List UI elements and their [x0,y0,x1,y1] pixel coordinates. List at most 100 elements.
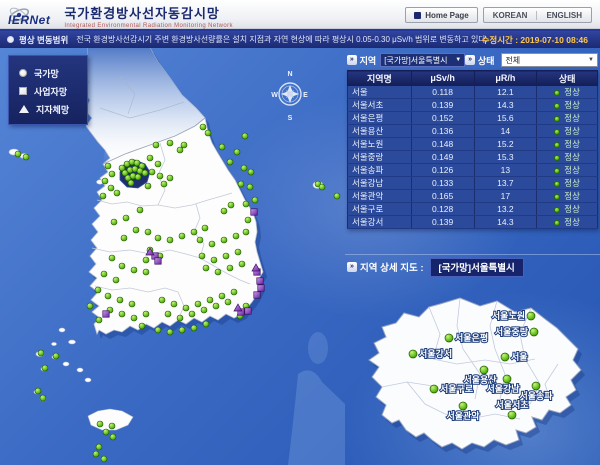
national-station-marker[interactable] [93,451,99,457]
national-station-marker[interactable] [319,184,325,190]
national-station-marker[interactable] [96,317,102,323]
national-station-marker[interactable] [167,140,173,146]
national-station-marker[interactable] [121,235,127,241]
national-station-marker[interactable] [157,173,163,179]
operator-station-marker[interactable] [155,258,161,264]
national-station-marker[interactable] [155,161,161,167]
national-station-marker[interactable] [242,133,248,139]
detail-map-region-value[interactable]: [국가망]서울특별시 [430,258,524,277]
national-station-marker[interactable] [159,297,165,303]
national-station-marker[interactable] [238,181,244,187]
table-row[interactable]: 서울은평 0.152 15.6 정상 [348,112,598,125]
national-station-marker[interactable] [143,269,149,275]
national-station-marker[interactable] [145,229,151,235]
national-station-marker[interactable] [153,142,159,148]
seoul-station-dot[interactable] [503,375,511,383]
seoul-station-dot[interactable] [532,382,540,390]
national-station-marker[interactable] [165,311,171,317]
national-station-marker[interactable] [97,421,103,427]
national-station-marker[interactable] [119,263,125,269]
table-row[interactable]: 서울용산 0.136 14 정상 [348,125,598,138]
national-station-marker[interactable] [167,329,173,335]
national-station-marker[interactable] [131,267,137,273]
national-station-marker[interactable] [100,193,106,199]
national-station-marker[interactable] [110,434,116,440]
operator-station-marker[interactable] [245,308,251,314]
national-station-marker[interactable] [129,301,135,307]
national-station-marker[interactable] [101,271,107,277]
national-station-marker[interactable] [114,190,120,196]
national-station-marker[interactable] [221,237,227,243]
national-station-marker[interactable] [209,241,215,247]
national-station-marker[interactable] [177,315,183,321]
national-station-marker[interactable] [191,229,197,235]
national-station-marker[interactable] [183,305,189,311]
national-station-marker[interactable] [243,201,249,207]
seoul-station-dot[interactable] [409,350,417,358]
national-station-marker[interactable] [105,163,111,169]
national-station-marker[interactable] [87,303,93,309]
seoul-station-dot[interactable] [480,366,488,374]
national-station-marker[interactable] [199,253,205,259]
legend-item-국가망[interactable]: 국가망 [19,64,87,82]
national-station-marker[interactable] [23,154,29,160]
national-station-marker[interactable] [202,225,208,231]
national-station-marker[interactable] [137,207,143,213]
national-station-marker[interactable] [195,301,201,307]
national-station-marker[interactable] [200,124,206,130]
national-station-marker[interactable] [103,429,109,435]
national-station-marker[interactable] [135,174,141,180]
national-station-marker[interactable] [241,165,247,171]
table-row[interactable]: 서울강남 0.133 13.7 정상 [348,177,598,190]
national-station-marker[interactable] [95,287,101,293]
national-station-marker[interactable] [105,293,111,299]
national-station-marker[interactable] [177,147,183,153]
national-station-marker[interactable] [109,423,115,429]
national-station-marker[interactable] [96,444,102,450]
seoul-station-dot[interactable] [508,411,516,419]
national-station-marker[interactable] [231,289,237,295]
legend-item-지자체망[interactable]: 지자체망 [19,100,87,118]
seoul-station-dot[interactable] [445,334,453,342]
national-station-marker[interactable] [234,149,240,155]
national-station-marker[interactable] [108,185,114,191]
seoul-station-dot[interactable] [501,353,509,361]
national-station-marker[interactable] [113,277,119,283]
table-row[interactable]: 서울송파 0.126 13 정상 [348,164,598,177]
national-station-marker[interactable] [40,395,46,401]
national-station-marker[interactable] [252,197,258,203]
national-station-marker[interactable] [334,193,340,199]
national-station-marker[interactable] [239,261,245,267]
national-station-marker[interactable] [211,257,217,263]
national-station-marker[interactable] [233,233,239,239]
seoul-detail-map[interactable]: 서울노원서울중랑서울은평서울강서서울서울용산서울강남서울송파서울구로서울관악서울… [345,278,600,465]
national-station-marker[interactable] [109,171,115,177]
operator-station-marker[interactable] [251,209,257,215]
national-station-marker[interactable] [247,184,253,190]
national-station-marker[interactable] [181,142,187,148]
table-row[interactable]: 서울 0.118 12.1 정상 [348,86,598,99]
national-station-marker[interactable] [207,297,213,303]
operator-station-marker[interactable] [254,292,260,298]
national-station-marker[interactable] [142,170,148,176]
table-row[interactable]: 서울노원 0.148 15.2 정상 [348,138,598,151]
national-station-marker[interactable] [155,235,161,241]
lang-korean-button[interactable]: KOREAN [484,11,537,20]
national-station-marker[interactable] [143,311,149,317]
national-station-marker[interactable] [245,217,251,223]
national-station-marker[interactable] [145,183,151,189]
national-station-marker[interactable] [179,327,185,333]
operator-station-marker[interactable] [257,278,263,284]
national-station-marker[interactable] [35,388,41,394]
national-station-marker[interactable] [128,180,134,186]
national-station-marker[interactable] [131,315,137,321]
national-station-marker[interactable] [225,299,231,305]
national-station-marker[interactable] [223,253,229,259]
table-row[interactable]: 서울구로 0.128 13.2 정상 [348,203,598,216]
operator-station-marker[interactable] [103,311,109,317]
national-station-marker[interactable] [119,311,125,317]
national-station-marker[interactable] [102,178,108,184]
status-select[interactable]: 전체 ▼ [501,53,598,67]
national-station-marker[interactable] [147,155,153,161]
national-station-marker[interactable] [228,202,234,208]
